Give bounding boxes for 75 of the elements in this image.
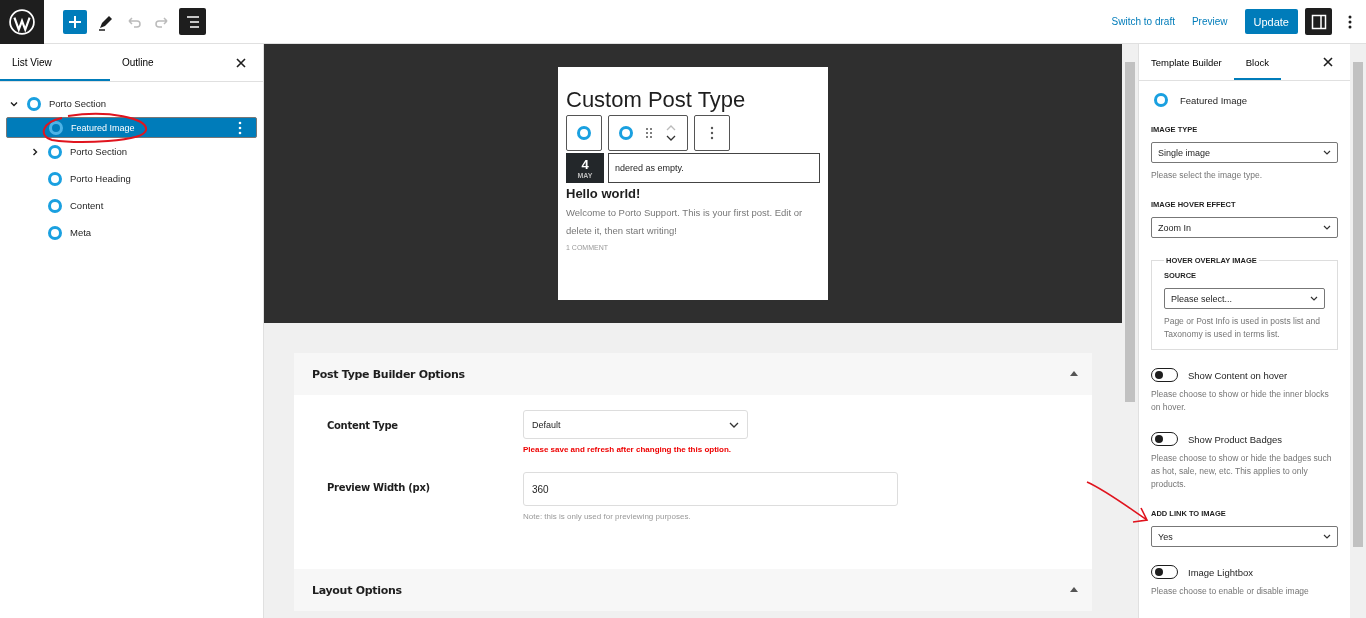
list-view-item[interactable]: Porto Heading	[6, 165, 257, 192]
list-view-icon	[184, 14, 201, 29]
block-icon	[48, 198, 62, 213]
options-icon[interactable]	[238, 120, 242, 135]
chevron-down-icon	[729, 421, 739, 428]
sidebar-icon	[1310, 13, 1327, 30]
list-view-item[interactable]: Porto Section	[6, 138, 257, 165]
scrollbar[interactable]	[1350, 44, 1366, 618]
chevron-down-icon	[1310, 296, 1318, 301]
toggle-switch[interactable]	[1151, 432, 1178, 446]
field-label: Preview Width (px)	[327, 481, 431, 495]
list-view-item[interactable]: Meta	[6, 219, 257, 246]
block-name: Featured Image	[1180, 94, 1248, 106]
post-type-heading: Custom Post Type	[566, 87, 747, 113]
chevron-down-icon	[1323, 225, 1331, 230]
toolbar-link[interactable]: Switch to draft	[1111, 16, 1175, 27]
more-icon[interactable]	[1348, 13, 1352, 30]
post-title: Hello world!	[566, 186, 642, 201]
toggle-switch[interactable]	[1151, 368, 1178, 382]
help-text: Please choose to show or hide the badges such as hot, sale, new, etc. This applies to only products.	[1151, 452, 1333, 491]
options-header[interactable]: Layout Options	[294, 569, 1092, 611]
sidebar-tab[interactable]: Block	[1233, 44, 1281, 80]
post-excerpt: Welcome to Porto Support. This is your first post. Edit or delete it, then start writing!	[566, 206, 804, 238]
select-field[interactable]: Yes	[1151, 526, 1338, 547]
update-button[interactable]: Update	[1244, 9, 1298, 34]
help-text: Please select the image type.	[1151, 169, 1264, 182]
help-text: Please choose to enable or disable image	[1151, 585, 1310, 598]
block-icon	[48, 225, 62, 240]
help-text: Please choose to show or hide the inner blocks on hover.	[1151, 388, 1330, 414]
wordpress-logo[interactable]	[0, 0, 44, 44]
wordpress-icon	[9, 8, 35, 35]
toggle-switch[interactable]	[1151, 565, 1178, 579]
block-icon	[577, 126, 591, 140]
block-icon	[48, 144, 62, 159]
sidebar-tab[interactable]: Template Builder	[1139, 44, 1234, 80]
more-icon	[710, 126, 714, 140]
block-icon	[48, 171, 62, 186]
field-label: Content Type	[327, 419, 399, 433]
block-options-button[interactable]	[694, 115, 730, 151]
block-icon	[1154, 93, 1168, 107]
chevron-down-icon	[1323, 534, 1331, 539]
options-title: Post Type Builder Options	[312, 367, 465, 381]
panel-tab[interactable]: Outline	[110, 44, 220, 81]
select-field[interactable]: Zoom In	[1151, 217, 1338, 238]
select-field[interactable]: Please select...	[1164, 288, 1325, 309]
field-note: Note: this is only used for previewing purposes.	[523, 512, 692, 521]
help-text: Page or Post Info is used in posts list and Taxonomy is used in terms list.	[1164, 315, 1321, 341]
list-view-button[interactable]	[179, 8, 206, 35]
settings-button[interactable]	[1305, 8, 1332, 35]
chevron-down-icon	[1323, 150, 1331, 155]
toolbar-link[interactable]: Preview	[1191, 16, 1228, 27]
drag-handle-icon[interactable]	[645, 127, 653, 139]
close-icon[interactable]	[236, 57, 246, 68]
close-icon[interactable]	[1323, 57, 1333, 67]
select-field[interactable]: Single image	[1151, 142, 1338, 163]
options-title: Layout Options	[312, 583, 402, 597]
block-icon	[27, 96, 41, 111]
content-type-select[interactable]: Default	[523, 410, 748, 439]
toggle-label: Image Lightbox	[1188, 566, 1253, 578]
block-icon	[49, 120, 63, 135]
block-icon	[619, 126, 633, 140]
list-view-item[interactable]: Porto Section	[6, 90, 257, 117]
list-view-item[interactable]: Featured Image	[6, 117, 257, 138]
panel-tab[interactable]: List View	[0, 44, 110, 81]
empty-block-notice: ndered as empty.	[608, 153, 820, 183]
warning-text: Please save and refresh after changing the this option.	[523, 445, 733, 454]
list-view-item[interactable]: Content	[6, 192, 257, 219]
annotation-arrow	[1085, 480, 1151, 524]
block-type-button[interactable]	[566, 115, 602, 151]
options-header[interactable]: Post Type Builder Options	[294, 353, 1092, 395]
preview-width-field[interactable]: 360	[523, 472, 898, 506]
plus-icon	[68, 14, 82, 29]
toggle-label: Show Content on hover	[1188, 369, 1288, 381]
add-block-button[interactable]	[63, 9, 87, 34]
toggle-label: Show Product Badges	[1188, 433, 1282, 445]
